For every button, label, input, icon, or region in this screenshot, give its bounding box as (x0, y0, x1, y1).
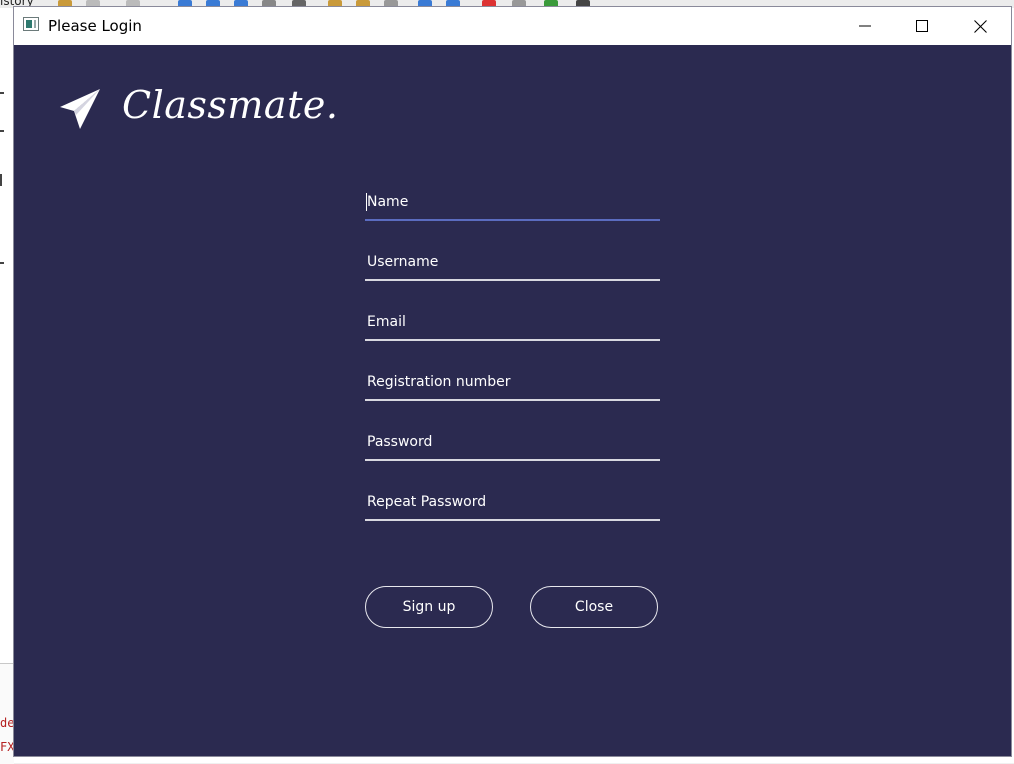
close-window-button[interactable] (957, 7, 1003, 45)
gutter-mark (0, 92, 4, 94)
registration-number-field-container (365, 367, 660, 401)
username-input[interactable] (365, 247, 660, 277)
close-icon (973, 19, 987, 33)
gutter-mark (0, 174, 2, 186)
close-button[interactable]: Close (530, 586, 658, 628)
signup-button[interactable]: Sign up (365, 586, 493, 628)
maximize-icon (916, 20, 928, 32)
title-bar[interactable]: Please Login (14, 7, 1011, 45)
repeat-password-field-container (365, 487, 660, 521)
background-editor-gutter (0, 8, 14, 763)
name-field-container (365, 187, 660, 221)
app-icon (23, 17, 39, 31)
maximize-button[interactable] (899, 7, 945, 45)
text-caret (366, 193, 367, 211)
gutter-mark (0, 262, 4, 264)
window-title: Please Login (48, 17, 142, 35)
email-field-container (365, 307, 660, 341)
username-field-container (365, 247, 660, 281)
login-window: Please Login Classmate. Name Username Em… (13, 6, 1012, 757)
minimize-button[interactable] (842, 7, 888, 45)
background-console-panel: de FX (0, 663, 14, 764)
signup-form (365, 187, 660, 547)
email-input[interactable] (365, 307, 660, 337)
registration-number-input[interactable] (365, 367, 660, 397)
minimize-icon (859, 25, 871, 27)
gutter-mark (0, 130, 4, 132)
password-input[interactable] (365, 427, 660, 457)
paper-plane-icon (60, 89, 100, 129)
app-logo-text: Classmate. (122, 83, 339, 127)
name-input[interactable] (365, 187, 660, 217)
password-field-container (365, 427, 660, 461)
repeat-password-input[interactable] (365, 487, 660, 517)
